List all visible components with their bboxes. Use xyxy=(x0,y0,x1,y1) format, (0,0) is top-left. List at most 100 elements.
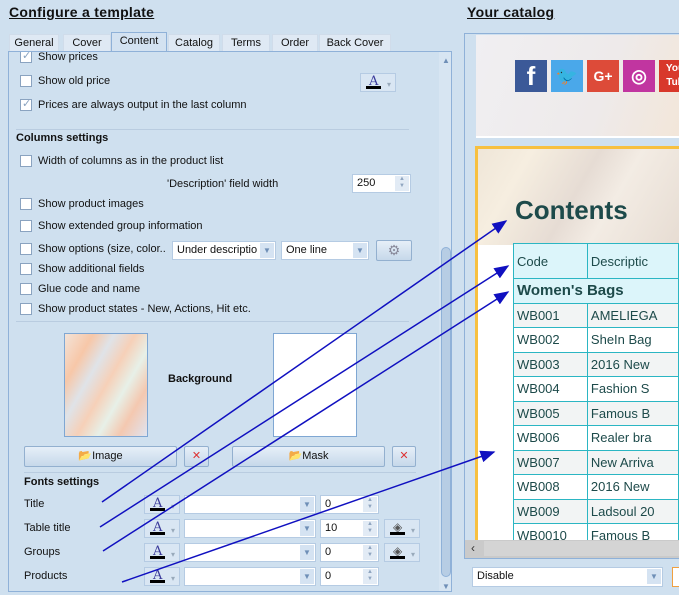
show-images-checkbox[interactable] xyxy=(20,198,32,210)
font-style-button[interactable]: A ▾ xyxy=(144,567,180,586)
spinner[interactable]: ▲ ▼ xyxy=(363,569,377,584)
catalog-panel-title: Your catalog xyxy=(467,4,555,20)
show-old-price-checkbox[interactable] xyxy=(20,75,32,87)
partial-button[interactable] xyxy=(672,567,679,587)
folder-icon: 📂 xyxy=(288,450,303,462)
fonts-settings-heading: Fonts settings xyxy=(24,476,100,488)
font-style-button[interactable]: A ▾ xyxy=(144,495,180,514)
scroll-down-icon[interactable]: ▼ xyxy=(442,582,450,591)
show-options-checkbox[interactable] xyxy=(20,243,32,255)
cell-code: WB009 xyxy=(513,498,588,524)
show-old-price-label: Show old price xyxy=(38,75,111,87)
cell-code: WB008 xyxy=(513,474,588,500)
font-size-input[interactable]: 0 ▲ ▼ xyxy=(320,543,379,562)
table-row[interactable]: WB0010 Famous B xyxy=(513,523,679,540)
clear-image-button[interactable]: ✕ xyxy=(184,446,209,467)
tab-cover[interactable]: Cover xyxy=(63,34,111,51)
spinner[interactable]: ▲ ▼ xyxy=(363,497,377,512)
image-button[interactable]: 📂Image xyxy=(24,446,177,467)
cell-description: AMELIEGA xyxy=(586,302,679,328)
facebook-icon: f xyxy=(515,60,547,92)
font-family-select[interactable]: ▼ xyxy=(184,495,316,514)
scrollbar-thumb[interactable] xyxy=(484,541,679,556)
font-style-button[interactable]: A ▾ xyxy=(144,543,180,562)
cell-code: WB007 xyxy=(513,449,588,475)
paint-bucket-icon: ◈ xyxy=(393,520,403,534)
table-row[interactable]: WB009 Ladsoul 20 xyxy=(513,498,679,524)
table-row[interactable]: WB008 2016 New xyxy=(513,474,679,500)
options-settings-button[interactable]: ⚙ xyxy=(376,240,412,261)
font-size-input[interactable]: 10 ▲ ▼ xyxy=(320,519,379,538)
font-size-value: 0 xyxy=(325,498,332,510)
show-images-label: Show product images xyxy=(38,198,144,210)
chevron-down-icon: ▼ xyxy=(260,243,274,258)
table-row[interactable]: WB001 AMELIEGA xyxy=(513,302,679,328)
font-family-select[interactable]: ▼ xyxy=(184,543,316,562)
cell-description: Realer bra xyxy=(586,425,679,451)
show-prices-checkbox[interactable] xyxy=(20,52,32,63)
fill-color-button[interactable]: ◈ ▾ xyxy=(384,519,420,538)
table-row[interactable]: WB007 New Arriva xyxy=(513,449,679,475)
old-price-font-button[interactable]: A ▾ xyxy=(360,73,396,92)
font-size-value: 0 xyxy=(325,546,332,558)
prices-last-column-checkbox[interactable] xyxy=(20,97,32,111)
font-family-select[interactable]: ▼ xyxy=(184,519,316,538)
table-row[interactable]: WB006 Realer bra xyxy=(513,425,679,451)
tab-back-cover[interactable]: Back Cover xyxy=(319,34,391,51)
show-states-checkbox[interactable] xyxy=(20,303,32,315)
contents-title: Contents xyxy=(515,195,628,225)
table-row[interactable]: WB005 Famous B xyxy=(513,400,679,426)
font-row-label: Table title xyxy=(24,522,71,534)
options-position-select[interactable]: Under descriptio ▼ xyxy=(172,241,276,260)
show-extended-checkbox[interactable] xyxy=(20,220,32,232)
tab-order[interactable]: Order xyxy=(272,34,318,51)
background-image-preview[interactable] xyxy=(64,333,148,437)
mask-button[interactable]: 📂Mask xyxy=(232,446,385,467)
scroll-up-icon[interactable]: ▲ xyxy=(442,56,450,65)
description-width-label: 'Description' field width xyxy=(167,178,279,190)
tab-terms[interactable]: Terms xyxy=(222,34,270,51)
scrollbar-thumb[interactable] xyxy=(441,247,451,577)
cell-description: SheIn Bag xyxy=(586,327,679,353)
font-family-select[interactable]: ▼ xyxy=(184,567,316,586)
show-prices-label: Show prices xyxy=(38,51,98,63)
mask-image-preview[interactable] xyxy=(273,333,357,437)
description-width-input[interactable]: 250 ▲ ▼ xyxy=(352,174,411,193)
spinner[interactable]: ▲ ▼ xyxy=(363,521,377,536)
vertical-scrollbar[interactable]: ▲ ▼ xyxy=(439,52,451,591)
table-row[interactable]: WB002 SheIn Bag xyxy=(513,327,679,353)
spinner[interactable]: ▲ ▼ xyxy=(395,176,409,191)
horizontal-scrollbar[interactable]: ‹ xyxy=(465,540,679,558)
table-row[interactable]: WB004 Fashion S xyxy=(513,376,679,402)
tab-content[interactable]: Content xyxy=(111,32,167,52)
catalog-mode-select[interactable]: Disable ▼ xyxy=(472,567,663,587)
background-label: Background xyxy=(168,373,233,385)
group-row: Women's Bags xyxy=(513,278,679,304)
google-plus-icon: G+ xyxy=(587,60,619,92)
options-lines-select[interactable]: One line ▼ xyxy=(281,241,369,260)
glue-checkbox[interactable] xyxy=(20,283,32,295)
font-size-value: 10 xyxy=(325,522,338,534)
catalog-table: Code Descriptic Women's Bags WB001 AMELIEGA W… xyxy=(513,243,679,540)
folder-icon: 📂 xyxy=(78,450,93,462)
font-size-input[interactable]: 0 ▲ ▼ xyxy=(320,495,379,514)
font-style-button[interactable]: A ▾ xyxy=(144,519,180,538)
spinner[interactable]: ▲ ▼ xyxy=(363,545,377,560)
table-row[interactable]: WB003 2016 New xyxy=(513,351,679,377)
cell-description: Famous B xyxy=(586,400,679,426)
width-as-list-checkbox[interactable] xyxy=(20,155,32,167)
cell-description: Famous B xyxy=(586,523,679,540)
cell-description: 2016 New xyxy=(586,351,679,377)
font-size-input[interactable]: 0 ▲ ▼ xyxy=(320,567,379,586)
cell-description: 2016 New xyxy=(586,474,679,500)
clear-mask-button[interactable]: ✕ xyxy=(392,446,416,467)
chevron-down-icon: ▼ xyxy=(300,497,314,512)
instagram-icon: ◎ xyxy=(623,60,655,92)
header-code: Code xyxy=(513,243,588,279)
tab-catalog[interactable]: Catalog xyxy=(168,34,220,51)
cell-description: Ladsoul 20 xyxy=(586,498,679,524)
scroll-left-icon[interactable]: ‹ xyxy=(471,541,475,555)
fill-color-button[interactable]: ◈ ▾ xyxy=(384,543,420,562)
tab-general[interactable]: General xyxy=(9,34,59,51)
show-additional-checkbox[interactable] xyxy=(20,263,32,275)
